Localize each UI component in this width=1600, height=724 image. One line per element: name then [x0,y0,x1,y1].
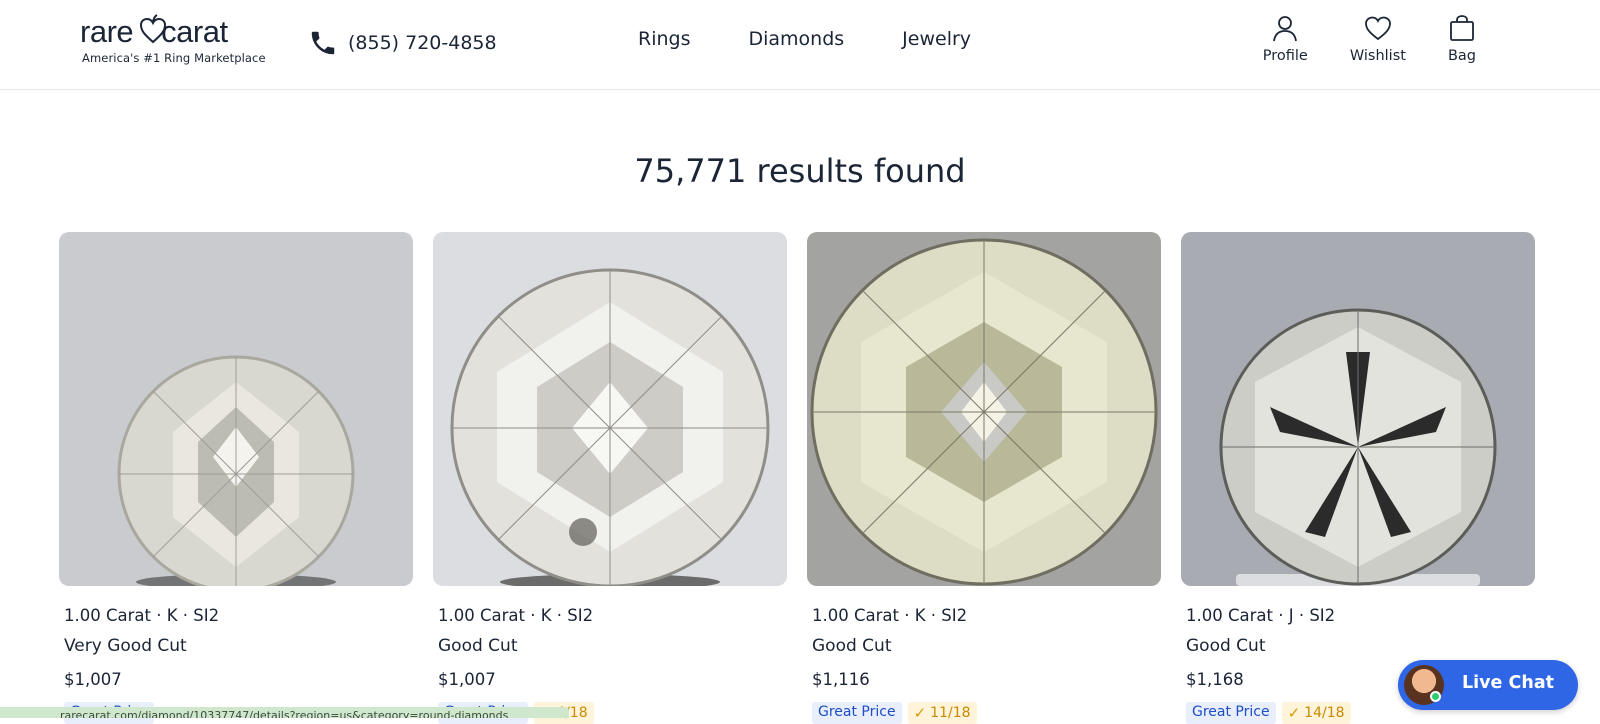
score-value: 11/18 [930,705,971,721]
live-chat-label: Live Chat [1462,673,1554,693]
profile-button[interactable]: Profile [1263,14,1308,64]
diamond-photo [1181,232,1535,586]
product-price: $1,116 [812,670,870,689]
results-count: 75,771 results found [634,152,966,190]
score-badge: ✓ 11/18 [907,702,977,724]
check-icon: ✓ [913,704,927,722]
check-icon: ✓ [1287,704,1301,722]
phone-contact[interactable]: (855) 720-4858 [308,26,497,60]
product-badges: Great Price ✓ 11/18 [812,702,977,724]
score-value: 14/18 [1304,705,1345,721]
product-card[interactable]: 1.00 Carat · K · SI2 Good Cut $1,116 Gre… [807,232,1161,724]
header-actions: Profile Wishlist Bag [1263,14,1476,64]
product-title[interactable]: 1.00 Carat · K · SI2 [438,606,593,625]
profile-label: Profile [1262,48,1308,64]
product-card[interactable]: 1.00 Carat · K · SI2 Very Good Cut $1,00… [59,232,413,724]
bag-button[interactable]: Bag [1448,14,1476,64]
nav-jewelry[interactable]: Jewelry [902,28,971,50]
wishlist-button[interactable]: Wishlist [1350,14,1406,64]
online-status-dot [1430,691,1441,702]
product-cut: Good Cut [812,636,892,656]
product-badges: Great Price ✓ 14/18 [1186,702,1351,724]
rare-carat-logo[interactable]: rare carat America's #1 Ring Marketplace [80,14,266,66]
product-grid: 1.00 Carat · K · SI2 Very Good Cut $1,00… [59,232,1535,724]
diamond-image[interactable] [1181,232,1535,586]
bag-label: Bag [1447,48,1476,64]
shopping-bag-icon [1450,15,1474,41]
score-badge: ✓ 14/18 [1281,702,1351,724]
phone-icon [311,31,335,55]
diamond-photo [433,232,787,586]
product-title[interactable]: 1.00 Carat · K · SI2 [64,606,219,625]
wishlist-label: Wishlist [1349,48,1406,64]
logo-word-right: carat [161,14,228,49]
product-title[interactable]: 1.00 Carat · K · SI2 [812,606,967,625]
diamond-image[interactable] [807,232,1161,586]
product-cut: Good Cut [1186,636,1266,656]
logo-word-left: rare [80,14,134,49]
product-card[interactable]: 1.00 Carat · K · SI2 Good Cut $1,007 Gre… [433,232,787,724]
link-preview-statusbar: rarecarat.com/diamond/10337747/details?r… [0,707,569,718]
site-header: rare carat America's #1 Ring Marketplace … [0,0,1600,90]
diamond-image[interactable] [59,232,413,586]
logo-tagline: America's #1 Ring Marketplace [82,51,266,65]
great-price-badge: Great Price [812,702,902,724]
great-price-badge: Great Price [1186,702,1276,724]
heart-icon [1365,16,1391,41]
diamond-photo [807,232,1161,586]
product-price: $1,007 [438,670,496,689]
phone-number[interactable]: (855) 720-4858 [348,32,497,54]
user-icon [1273,16,1298,42]
nav-rings[interactable]: Rings [638,28,690,50]
product-price: $1,168 [1186,670,1244,689]
diamond-image[interactable] [433,232,787,586]
product-card[interactable]: 1.00 Carat · J · SI2 Good Cut $1,168 Gre… [1181,232,1535,724]
product-cut: Very Good Cut [64,636,187,656]
diamond-photo [59,232,413,586]
main-nav: Rings Diamonds Jewelry [638,28,971,50]
product-price: $1,007 [64,670,122,689]
product-title[interactable]: 1.00 Carat · J · SI2 [1186,606,1335,625]
nav-diamonds[interactable]: Diamonds [748,28,844,50]
heart-logo-icon [139,14,167,44]
live-chat-button[interactable]: Live Chat [1398,660,1578,710]
product-cut: Good Cut [438,636,518,656]
